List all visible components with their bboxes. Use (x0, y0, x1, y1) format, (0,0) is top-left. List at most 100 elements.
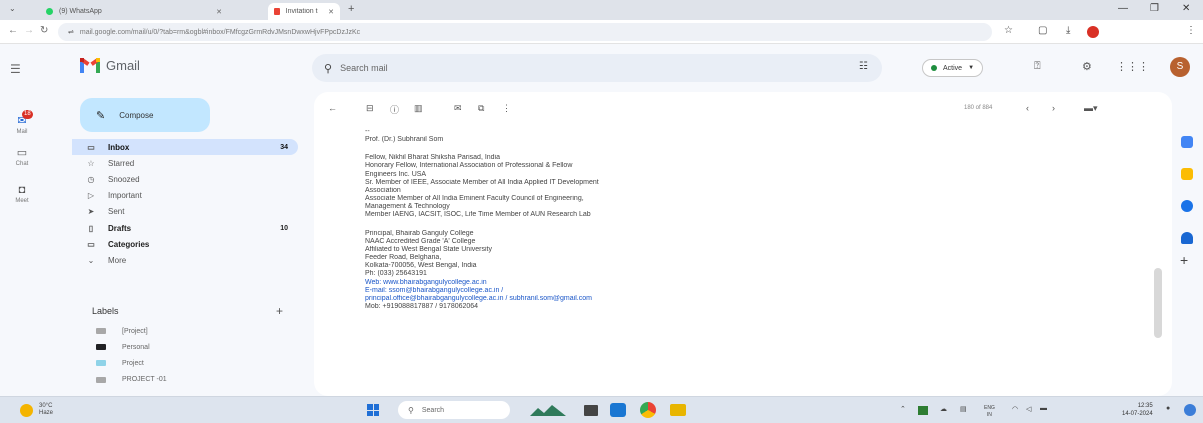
keep-icon[interactable] (1181, 168, 1193, 180)
rail-chat[interactable]: ▭ Chat (0, 146, 44, 167)
archive-icon[interactable]: ⊟ (366, 103, 374, 114)
reload-icon[interactable]: ↻ (40, 25, 48, 36)
input-tools-icon[interactable]: ▬▾ (1084, 103, 1098, 114)
nav-count: 34 (280, 143, 288, 151)
tasks-icon[interactable] (1181, 200, 1193, 212)
browser-menu-icon[interactable]: ⋮ (1186, 25, 1196, 36)
email-text-line: Mob: +919088817887 / 9178062064 (365, 302, 479, 310)
email-text-line: Management & Technology (365, 203, 450, 211)
search-bar[interactable]: ⚲ Search mail ☷ (312, 54, 882, 82)
main-menu-icon[interactable]: ☰ (10, 62, 21, 76)
tab-gmail[interactable]: Invitation to attend in the proce ✕ (268, 3, 340, 20)
chrome-icon[interactable] (640, 402, 656, 418)
close-window-icon[interactable]: ✕ (1182, 3, 1190, 14)
compose-button[interactable]: ✎ Compose (80, 98, 210, 132)
more-icon: ⌄ (87, 255, 95, 265)
show-hidden-icons[interactable]: ⌃ (900, 405, 906, 413)
important-icon: ▷ (87, 191, 95, 201)
gmail-logo[interactable]: Gmail (80, 58, 140, 73)
delete-icon[interactable]: ▥ (414, 103, 423, 114)
file-explorer-icon[interactable] (584, 405, 598, 416)
email-link-line[interactable]: Web: www.bhairabgangulycollege.ac.in (365, 279, 865, 287)
email-link-line[interactable]: principal.office@bhairabgangulycollege.a… (365, 295, 865, 303)
tray-app-icon[interactable] (918, 406, 928, 415)
labels-list: [Project] Personal Project PROJECT -01 (72, 323, 298, 388)
label-item[interactable]: [Project] (72, 323, 298, 339)
wifi-icon[interactable]: ◠ (1012, 405, 1018, 413)
mark-unread-icon[interactable]: ✉ (454, 103, 462, 114)
nav-label: Snoozed (108, 174, 140, 184)
tray-network-icon[interactable]: ▤ (960, 405, 967, 413)
start-button[interactable] (367, 404, 379, 416)
add-label-icon[interactable]: + (276, 304, 283, 318)
compose-label: Compose (119, 110, 154, 120)
help-icon[interactable]: ⍰ (1034, 60, 1041, 73)
tray-onedrive-icon[interactable]: ☁ (940, 405, 947, 413)
new-tab-icon[interactable]: + (348, 3, 354, 15)
extensions-icon[interactable]: ▢ (1038, 25, 1047, 36)
back-to-inbox-icon[interactable]: ← (328, 103, 337, 113)
search-icon[interactable]: ⚲ (324, 62, 332, 75)
system-clock[interactable]: 12:35 14-07-2024 (1122, 402, 1153, 418)
search-input[interactable]: Search mail (340, 63, 388, 73)
older-icon[interactable]: › (1052, 103, 1055, 113)
nav-item-snoozed[interactable]: ◷ Snoozed (72, 171, 298, 187)
scrollbar-thumb[interactable] (1154, 268, 1162, 338)
tab-search-icon[interactable]: ⌄ (9, 4, 16, 13)
folder-icon[interactable] (670, 404, 686, 416)
label-item[interactable]: PROJECT -01 (72, 372, 298, 388)
nav-item-categories[interactable]: ▭ Categories (72, 236, 298, 252)
profile-icon[interactable] (1087, 26, 1099, 38)
site-info-icon[interactable]: ⇌ (68, 28, 74, 36)
report-spam-icon[interactable]: ⓘ (390, 103, 399, 116)
email-text-line: Associate Member of All India Eminent Fa… (365, 195, 584, 203)
calendar-icon[interactable] (1181, 136, 1193, 148)
newer-icon[interactable]: ‹ (1026, 103, 1029, 113)
mail-badge: 18 (22, 110, 33, 119)
bookmark-star-icon[interactable]: ☆ (1004, 25, 1013, 36)
close-tab-icon[interactable]: ✕ (328, 8, 334, 16)
rail-meet[interactable]: ◘ Meet (0, 184, 44, 204)
nav-item-important[interactable]: ▷ Important (72, 188, 298, 204)
nav-label: Categories (108, 239, 150, 249)
address-bar[interactable]: ⇌ mail.google.com/mail/u/0/?tab=rm&ogbl#… (58, 23, 992, 41)
nav-item-drafts[interactable]: ▯ Drafts 10 (72, 220, 298, 236)
lang-label[interactable]: ENG (984, 405, 995, 412)
move-to-icon[interactable]: ⧉ (478, 103, 484, 114)
weather-widget[interactable]: 30°C Haze (20, 403, 53, 417)
label-name: PROJECT -01 (122, 376, 167, 384)
volume-icon[interactable]: ◁ (1026, 405, 1031, 413)
taskbar-search[interactable]: ⚲ Search (398, 401, 510, 419)
notifications-icon[interactable]: ● (1166, 405, 1170, 412)
email-link-line[interactable]: E-mail: ssom@bhairabgangulycollege.ac.in… (365, 287, 865, 295)
contacts-icon[interactable] (1181, 232, 1193, 244)
apps-grid-icon[interactable]: ⋮⋮⋮ (1116, 60, 1149, 73)
get-addons-icon[interactable]: + (1180, 252, 1188, 268)
account-avatar[interactable]: S (1170, 57, 1190, 77)
widgets-landscape-icon[interactable] (530, 402, 566, 418)
browser-tab-bar: ⌄ (9) WhatsApp ✕ Invitation to attend in… (0, 0, 1203, 20)
battery-icon[interactable]: ▬ (1040, 405, 1047, 412)
download-icon[interactable]: ⤓ (1066, 25, 1070, 36)
nav-item-inbox[interactable]: ▭ Inbox 34 (72, 139, 298, 156)
nav-item-more[interactable]: ⌄ More (72, 252, 298, 268)
nav-item-sent[interactable]: ➤ Sent (72, 204, 298, 220)
close-tab-icon[interactable]: ✕ (216, 8, 222, 16)
search-options-icon[interactable]: ☷ (859, 61, 868, 72)
nav-item-starred[interactable]: ☆ Starred (72, 155, 298, 171)
more-options-icon[interactable]: ⋮ (502, 103, 511, 114)
tab-whatsapp[interactable]: (9) WhatsApp ✕ (40, 3, 228, 20)
forward-icon[interactable]: → (24, 25, 34, 36)
copilot-icon[interactable] (1184, 404, 1196, 416)
settings-gear-icon[interactable]: ⚙ (1082, 60, 1092, 73)
rail-mail[interactable]: ✉ 18 Mail (0, 110, 44, 135)
label-item[interactable]: Personal (72, 339, 298, 355)
taskbar-app-icon[interactable] (610, 403, 626, 417)
label-item[interactable]: Project (72, 355, 298, 371)
back-icon[interactable]: ← (8, 25, 18, 36)
minimize-icon[interactable]: — (1118, 3, 1128, 14)
maximize-icon[interactable]: ❐ (1150, 3, 1159, 14)
region-label[interactable]: IN (984, 412, 995, 419)
rail-label: Meet (15, 198, 29, 204)
status-dropdown[interactable]: Active ▼ (922, 59, 984, 77)
